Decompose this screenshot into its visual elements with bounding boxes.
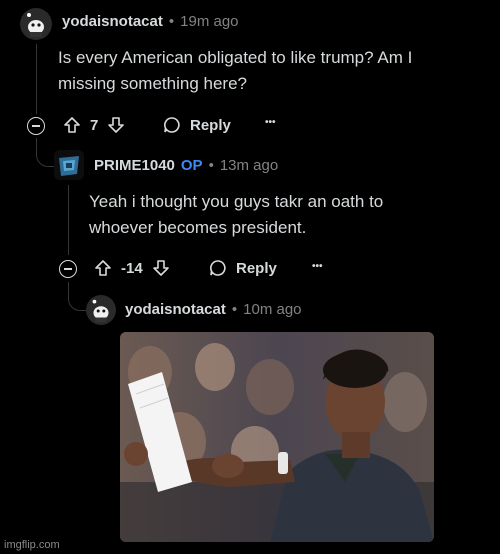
more-options-icon: •••: [312, 261, 323, 272]
more-options-icon: •••: [265, 117, 276, 128]
reply-button[interactable]: Reply: [208, 258, 277, 278]
more-options-button[interactable]: •••: [265, 117, 276, 128]
op-badge: OP: [180, 157, 203, 174]
comment-author[interactable]: yodaisnotacat: [125, 301, 226, 318]
avatar[interactable]: [54, 150, 84, 180]
vote-count: 7: [90, 116, 99, 134]
reply-button[interactable]: Reply: [162, 115, 231, 135]
watermark: imgflip.com: [4, 539, 60, 551]
meta-separator: •: [208, 157, 214, 174]
downvote-icon[interactable]: [151, 258, 171, 278]
upvote-icon[interactable]: [93, 258, 113, 278]
vote-count: -14: [121, 259, 143, 277]
comment-body: Yeah i thought you guys takr an oath to …: [89, 189, 383, 241]
thread-connector: [68, 290, 87, 311]
comment-bubble-icon: [164, 117, 180, 133]
comment-body-line: Yeah i thought you guys takr an oath to: [89, 192, 384, 211]
avatar[interactable]: [20, 8, 52, 40]
meta-separator: •: [168, 13, 175, 30]
downvote-icon[interactable]: [106, 115, 126, 135]
upvote-icon[interactable]: [62, 115, 82, 135]
comment-bubble-icon: [210, 260, 226, 276]
comment-image[interactable]: [120, 332, 434, 542]
comment-author[interactable]: PRIME1040: [94, 157, 175, 174]
comment-author[interactable]: yodaisnotacat: [62, 13, 163, 30]
comment-body-line: whoever becomes president.: [89, 218, 307, 237]
comment-timestamp: 19m ago: [180, 13, 239, 30]
avatar[interactable]: [86, 295, 116, 325]
thread-connector: [36, 146, 55, 167]
reply-label: Reply: [236, 259, 277, 277]
thread-line[interactable]: [36, 44, 37, 114]
comment-timestamp: 13m ago: [219, 157, 279, 174]
meta-separator: •: [231, 301, 238, 318]
comment-body-line: Is every American obligated to like trum…: [58, 48, 413, 67]
reply-label: Reply: [190, 116, 231, 134]
thread-line[interactable]: [68, 185, 69, 255]
more-options-button[interactable]: •••: [312, 261, 323, 272]
comment-body: Is every American obligated to like trum…: [58, 45, 412, 97]
collapse-button[interactable]: [59, 260, 77, 278]
comment-body-line: missing something here?: [58, 74, 247, 93]
comment-timestamp: 10m ago: [243, 301, 302, 318]
collapse-button[interactable]: [27, 117, 45, 135]
